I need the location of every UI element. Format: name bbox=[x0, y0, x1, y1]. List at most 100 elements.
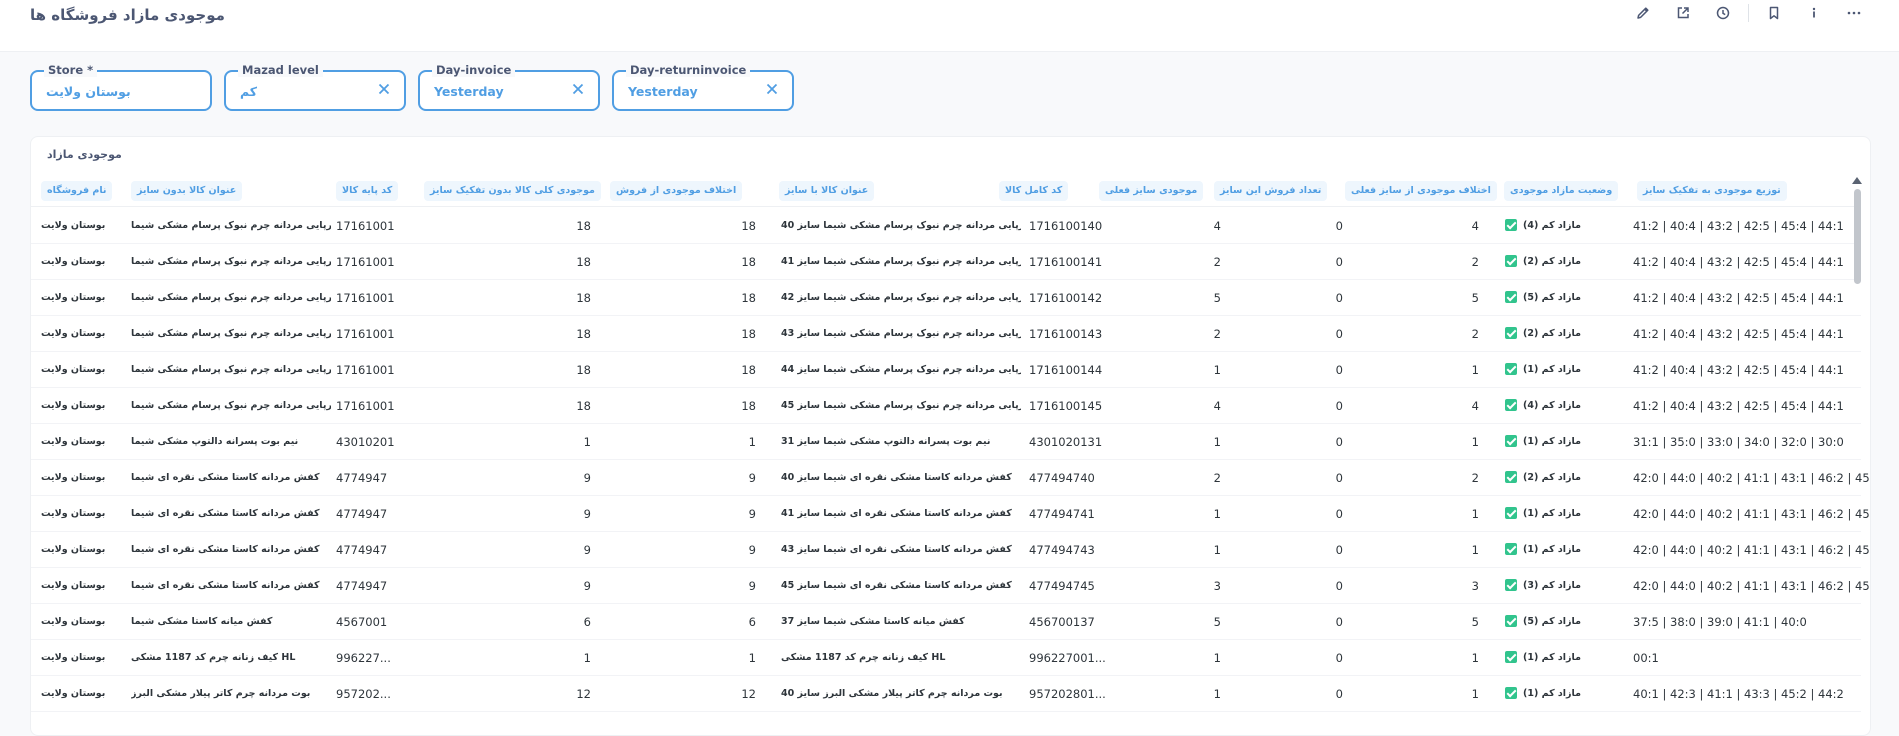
table-cell: 0 bbox=[1335, 327, 1343, 341]
card-title: موجودی مازاد bbox=[47, 148, 122, 161]
table-row[interactable]: بوستان ولایت نیم بوت پسرانه دالتوپ مشکی ش… bbox=[31, 424, 1861, 460]
table-cell: 4774947 bbox=[336, 471, 388, 485]
filter-mazad-level-label: Mazad level bbox=[238, 63, 323, 77]
scrollbar-thumb[interactable] bbox=[1854, 189, 1861, 284]
clear-filter-icon[interactable] bbox=[376, 81, 392, 97]
info-icon[interactable] bbox=[1799, 2, 1829, 24]
scroll-up-arrow[interactable] bbox=[1852, 177, 1862, 184]
table-cell: 18 bbox=[576, 291, 591, 305]
column-header[interactable]: کد پایه کالا bbox=[336, 181, 399, 201]
table-cell: کفش میانه کاستا مشکی شیما bbox=[131, 616, 273, 627]
table-row[interactable]: بوستان ولایت سرپایی مردانه چرم نبوک پرسام… bbox=[31, 208, 1861, 244]
column-header[interactable]: اختلاف موجودی از فروش bbox=[610, 181, 743, 201]
checkmark-icon bbox=[1505, 326, 1517, 339]
table-row[interactable]: بوستان ولایت سرپایی مردانه چرم نبوک پرسام… bbox=[31, 244, 1861, 280]
column-header[interactable]: کد کامل کالا bbox=[999, 181, 1069, 201]
table-cell: 4567001 bbox=[336, 615, 388, 629]
table-cell: بوستان ولایت bbox=[41, 616, 105, 627]
table-cell: 5 bbox=[1471, 615, 1479, 629]
table-cell: مازاد کم (1) bbox=[1505, 676, 1625, 712]
table-cell: 2 bbox=[1471, 471, 1479, 485]
table-cell: 9 bbox=[583, 543, 591, 557]
bookmark-icon[interactable] bbox=[1759, 2, 1789, 24]
table-row[interactable]: بوستان ولایت کفش مردانه کاستا مشکی نقره ا… bbox=[31, 532, 1870, 568]
filter-mazad-level[interactable]: Mazad level کم bbox=[224, 63, 406, 111]
table-row[interactable]: بوستان ولایت کفش مردانه کاستا مشکی نقره ا… bbox=[31, 460, 1870, 496]
table-cell: 17161001 bbox=[336, 327, 395, 341]
table-row[interactable]: بوستان ولایت سرپایی مردانه چرم نبوک پرسام… bbox=[31, 280, 1861, 316]
checkmark-icon bbox=[1505, 542, 1517, 555]
table-cell: 0 bbox=[1335, 219, 1343, 233]
column-header[interactable]: توزیع موجودی به تفکیک سایز bbox=[1637, 181, 1787, 201]
table-cell: 17161001 bbox=[336, 399, 395, 413]
table-cell: 0 bbox=[1335, 399, 1343, 413]
table-row[interactable]: بوستان ولایت سرپایی مردانه چرم نبوک پرسام… bbox=[31, 316, 1861, 352]
table-cell: 17161001 bbox=[336, 363, 395, 377]
edit-icon[interactable] bbox=[1628, 2, 1658, 24]
table-cell: 42:0 | 44:0 | 40:2 | 41:1 | 43:1 | 46:2 … bbox=[1633, 471, 1871, 485]
column-header[interactable]: نام فروشگاه bbox=[41, 181, 113, 201]
table-row[interactable]: بوستان ولایت کفش مردانه کاستا مشکی نقره ا… bbox=[31, 496, 1870, 532]
checkmark-icon bbox=[1505, 686, 1517, 699]
table-cell: 37:5 | 38:0 | 39:0 | 41:1 | 40:0 bbox=[1633, 615, 1807, 629]
clear-filter-icon[interactable] bbox=[570, 81, 586, 97]
filter-day-returninvoice[interactable]: Day-returninvoice Yesterday bbox=[612, 63, 794, 111]
table-cell: 1 bbox=[1213, 363, 1221, 377]
table-cell: 4 bbox=[1471, 219, 1479, 233]
share-icon[interactable] bbox=[1668, 2, 1698, 24]
table-cell: نیم بوت پسرانه دالتوپ مشکی شیما bbox=[131, 436, 299, 447]
checkmark-icon bbox=[1505, 254, 1517, 267]
table-row[interactable]: بوستان ولایت کیف زنانه چرم کد 1187 مشکی H… bbox=[31, 640, 1861, 676]
table-cell: 17161001 bbox=[336, 291, 395, 305]
checkmark-icon bbox=[1505, 650, 1517, 663]
table-cell: 1 bbox=[1471, 507, 1479, 521]
table-cell: کفش مردانه کاستا مشکی نقره ای شیما سایز … bbox=[781, 544, 1012, 555]
table-cell: 18 bbox=[741, 327, 756, 341]
filter-day-returninvoice-value: Yesterday bbox=[628, 84, 698, 99]
clear-filter-icon[interactable] bbox=[764, 81, 780, 97]
history-icon[interactable] bbox=[1708, 2, 1738, 24]
status-text: مازاد کم (2) bbox=[1523, 328, 1581, 339]
table-cell: مازاد کم (1) bbox=[1505, 352, 1625, 388]
table-cell: کفش مردانه کاستا مشکی نقره ای شیما bbox=[131, 580, 320, 591]
checkmark-icon bbox=[1505, 218, 1517, 231]
table-cell: 1716100145 bbox=[1029, 399, 1103, 413]
table-cell: بوستان ولایت bbox=[41, 688, 105, 699]
table-cell: 40:1 | 42:3 | 41:1 | 43:3 | 45:2 | 44:2 bbox=[1633, 687, 1844, 701]
column-header[interactable]: اختلاف موجودی از سایز فعلی bbox=[1345, 181, 1497, 201]
table-cell: سرپایی مردانه چرم نبوک پرسام مشکی شیما bbox=[131, 256, 331, 267]
table-cell: سرپایی مردانه چرم نبوک پرسام مشکی شیما bbox=[131, 328, 331, 339]
column-header[interactable]: عنوان کالا با سایز bbox=[779, 181, 875, 201]
table-row[interactable]: بوستان ولایت بوت مردانه چرم کاتر پیلار مش… bbox=[31, 676, 1861, 712]
table-cell: 18 bbox=[576, 327, 591, 341]
table-cell: 2 bbox=[1213, 471, 1221, 485]
table-row[interactable]: بوستان ولایت سرپایی مردانه چرم نبوک پرسام… bbox=[31, 388, 1861, 424]
status-text: مازاد کم (4) bbox=[1523, 400, 1581, 411]
status-text: مازاد کم (4) bbox=[1523, 220, 1581, 231]
column-header[interactable]: موجودی کلی کالا بدون تفکیک سایز bbox=[424, 181, 601, 201]
column-header[interactable]: عنوان کالا بدون سایز bbox=[131, 181, 243, 201]
filter-day-invoice[interactable]: Day-invoice Yesterday bbox=[418, 63, 600, 111]
column-header[interactable]: وضعیت مازاد موجودی bbox=[1504, 181, 1619, 201]
table-cell: بوستان ولایت bbox=[41, 652, 105, 663]
more-icon[interactable] bbox=[1839, 2, 1869, 24]
table-cell: 9 bbox=[583, 471, 591, 485]
table-cell: 18 bbox=[576, 255, 591, 269]
table-row[interactable]: بوستان ولایت کفش مردانه کاستا مشکی نقره ا… bbox=[31, 568, 1870, 604]
table-cell: بوستان ولایت bbox=[41, 364, 105, 375]
dashboard-header: موجودی مازاد فروشگاه ها bbox=[0, 0, 1899, 52]
table-cell: 42:0 | 44:0 | 40:2 | 41:1 | 43:1 | 46:2 … bbox=[1633, 543, 1871, 557]
column-header[interactable]: موجودی سایز فعلی bbox=[1099, 181, 1204, 201]
table-cell: 477494743 bbox=[1029, 543, 1095, 557]
column-header[interactable]: تعداد فروش این سایز bbox=[1214, 181, 1328, 201]
table-cell: مازاد کم (2) bbox=[1505, 316, 1625, 352]
table-row[interactable]: بوستان ولایت کفش میانه کاستا مشکی شیما 456… bbox=[31, 604, 1861, 640]
table-cell: 4774947 bbox=[336, 579, 388, 593]
table-row[interactable]: بوستان ولایت سرپایی مردانه چرم نبوک پرسام… bbox=[31, 352, 1861, 388]
table-cell: 477494741 bbox=[1029, 507, 1095, 521]
page-title: موجودی مازاد فروشگاه ها bbox=[30, 6, 225, 24]
filter-store[interactable]: Store * بوستان ولایت bbox=[30, 63, 212, 111]
table-cell: 00:1 bbox=[1633, 651, 1659, 665]
table-cell: 0 bbox=[1335, 291, 1343, 305]
status-text: مازاد کم (1) bbox=[1523, 652, 1581, 663]
